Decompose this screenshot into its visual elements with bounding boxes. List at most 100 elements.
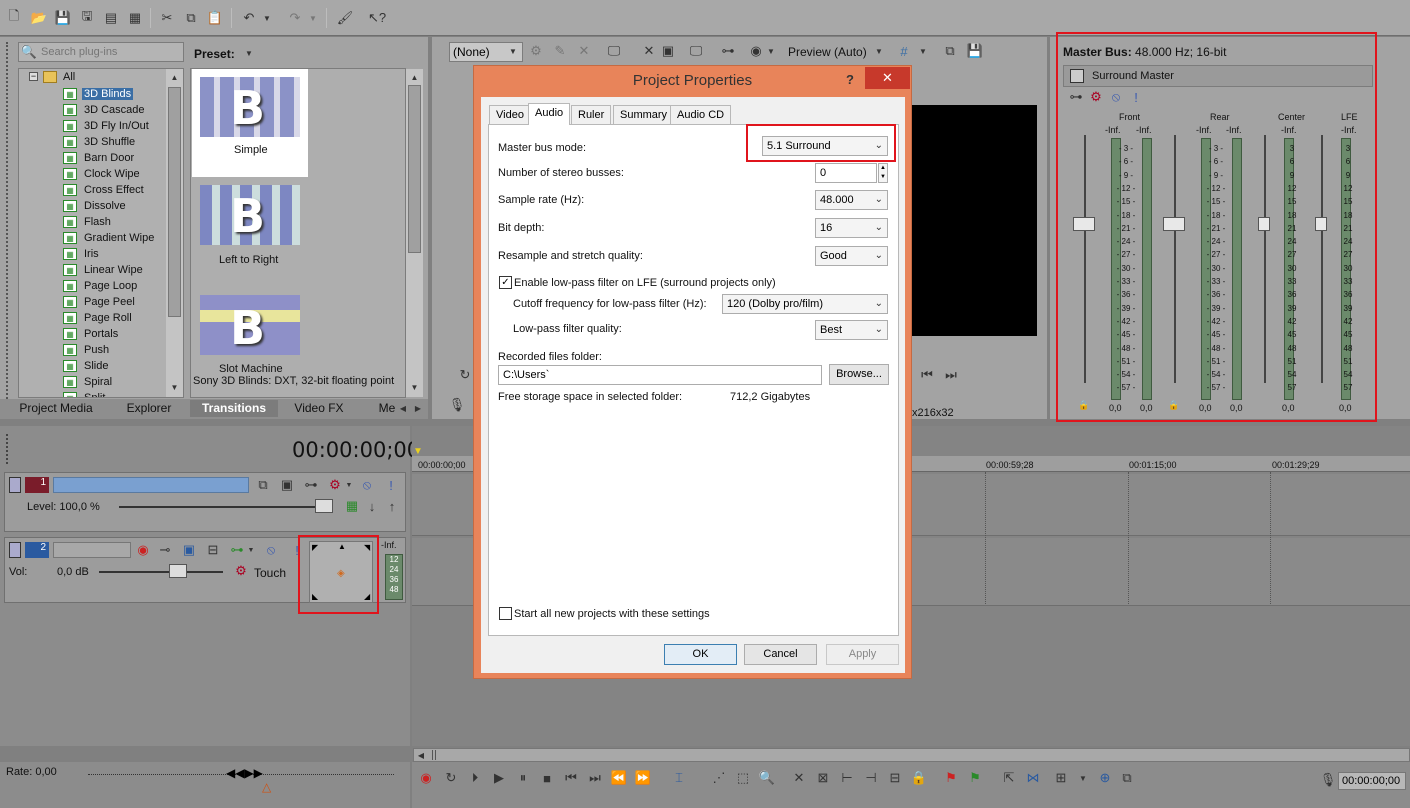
edit-tool-icon[interactable]: ⌶ (670, 769, 688, 787)
save-icon[interactable]: 💾 (54, 9, 72, 27)
bus-icon[interactable]: ⊶ (229, 542, 245, 558)
track-video[interactable]: 1 ⧉ ▣ ⊶ ⚙ ▼ ⦸ ! Level: 100,0 % ▦ ↓ ↑ (4, 472, 406, 532)
mute-icon[interactable]: ⦸ (359, 477, 375, 493)
tab-project-media[interactable]: Project Media (10, 400, 102, 417)
quantize-icon[interactable]: ⋈ (1024, 769, 1042, 787)
tree-item[interactable]: ▦ Gradient Wipe (63, 230, 156, 246)
cancel-button[interactable]: Cancel (744, 644, 817, 665)
render-icon[interactable]: ▤ (102, 9, 120, 27)
next-frame-icon[interactable]: ⏩ (634, 769, 652, 787)
tab-scroll-right-icon[interactable]: ▶ (412, 402, 424, 415)
record-icon[interactable]: ◉ (417, 769, 435, 787)
whats-this-icon[interactable]: ↖? (368, 9, 386, 27)
track-menu-icon[interactable] (9, 477, 21, 493)
autoripple-icon[interactable]: ⊞ (1052, 769, 1070, 787)
split-icon[interactable]: ✕ (641, 43, 657, 59)
help-button[interactable]: ? (840, 70, 860, 90)
open-icon[interactable]: 📂 (30, 9, 48, 27)
redo-dropdown-icon[interactable]: ▼ (308, 9, 318, 27)
marker-icon[interactable]: ⚑ (942, 769, 960, 787)
scroll-left-icon[interactable]: ◀ (416, 749, 426, 761)
ripple-icon[interactable]: ⊕ (1096, 769, 1114, 787)
scroll-down-icon[interactable]: ▼ (169, 381, 180, 393)
copy-snapshot-icon[interactable]: ⧉ (942, 43, 958, 59)
tab-scroll-left-icon[interactable]: ◀ (397, 402, 409, 415)
lock-envelopes-icon[interactable]: ⧉ (1118, 769, 1136, 787)
chevron-down-icon[interactable]: ▼ (874, 46, 884, 56)
undo-icon[interactable]: ↶ (240, 9, 258, 27)
tab-video-fx[interactable]: Video FX (282, 400, 356, 417)
record-arm-icon[interactable]: ◉ (135, 542, 151, 558)
loop-icon[interactable]: ↻ (442, 769, 460, 787)
properties-icon[interactable]: ▦ (126, 9, 144, 27)
scroll-up-icon[interactable]: ▲ (409, 71, 420, 83)
timeline-hscroll[interactable]: ◀ (413, 748, 1410, 762)
tree-item[interactable]: ▦ Push (63, 342, 111, 358)
tree-item[interactable]: ▦ Spiral (63, 374, 114, 390)
tab-summary[interactable]: Summary (613, 105, 675, 124)
preset-thumbnail[interactable]: B (200, 77, 300, 137)
go-to-end-icon[interactable]: ⏭ (586, 769, 604, 787)
mute-icon[interactable]: ⦸ (263, 542, 279, 558)
tab-transitions[interactable]: Transitions (190, 400, 278, 417)
cutoff-select[interactable]: 120 (Dolby pro/film) ⌄ (722, 294, 888, 314)
input-icon[interactable]: ⊟ (205, 542, 221, 558)
play-icon[interactable]: ▶ (490, 769, 508, 787)
prev-frame-icon[interactable]: ⏪ (610, 769, 628, 787)
tree-item[interactable]: ▦ Page Roll (63, 310, 134, 326)
trim-start-icon[interactable]: ⊢ (838, 769, 856, 787)
preset-thumbnail[interactable]: B (200, 295, 300, 355)
region-icon[interactable]: ⚑ (966, 769, 984, 787)
new-icon[interactable]: 🗋 (5, 8, 23, 27)
up-arrow-icon[interactable]: ↑ (385, 499, 399, 514)
lowpass-enable-label[interactable]: Enable low-pass filter on LFE (surround … (514, 277, 776, 289)
tab-video[interactable]: Video (489, 105, 531, 124)
loop-icon[interactable]: ↻ (458, 367, 472, 383)
resample-select[interactable]: Good ⌄ (815, 246, 888, 266)
cut-icon[interactable]: ✂ (158, 9, 176, 27)
stop-icon[interactable]: ■ (538, 769, 556, 787)
fx-edit-icon[interactable]: ⚙ (528, 43, 544, 59)
solo-icon[interactable]: ! (383, 477, 399, 493)
gear-icon[interactable]: ⚙ (233, 563, 249, 579)
envelope-tool-icon[interactable]: ⋰ (710, 769, 728, 787)
tree-item[interactable]: ▦ 3D Shuffle (63, 134, 137, 150)
undo-dropdown-icon[interactable]: ▼ (262, 9, 272, 27)
zoom-tool-icon[interactable]: 🔍 (758, 769, 776, 787)
tab-audio[interactable]: Audio (528, 103, 571, 125)
chevron-down-icon[interactable]: ▼ (1074, 769, 1092, 787)
tree-item[interactable]: ▦ Portals (63, 326, 120, 342)
lowpass-enable-checkbox[interactable]: ✓ (499, 276, 512, 289)
tab-explorer[interactable]: Explorer (110, 400, 188, 417)
preview-props-icon[interactable]: ▣ (660, 43, 676, 59)
chevron-down-icon[interactable]: ▼ (766, 46, 776, 56)
mic-icon[interactable]: 🎙 (449, 397, 466, 413)
save-snapshot-icon[interactable]: 💾 (967, 43, 983, 59)
sample-rate-select[interactable]: 48.000 ⌄ (815, 190, 888, 210)
track-name-field[interactable] (53, 542, 131, 558)
search-box[interactable]: 🔍 (18, 42, 184, 62)
scroll-down-icon[interactable]: ▼ (409, 381, 420, 393)
touch-label[interactable]: Touch (254, 566, 286, 580)
tab-ruler[interactable]: Ruler (571, 105, 612, 124)
browse-button[interactable]: Browse... (829, 364, 889, 385)
tree-item[interactable]: ▦ Barn Door (63, 150, 136, 166)
tab-audio-cd[interactable]: Audio CD (670, 105, 732, 124)
tree-item[interactable]: ▦ Dissolve (63, 198, 128, 214)
split-icon[interactable]: ⊟ (886, 769, 904, 787)
expand-icon[interactable]: ▦ (345, 498, 359, 513)
track-fx-icon[interactable]: ▣ (181, 542, 197, 558)
apply-button[interactable]: Apply (826, 644, 899, 665)
trim-icon[interactable]: ⊠ (814, 769, 832, 787)
tree-item[interactable]: ▦ Cross Effect (63, 182, 146, 198)
start-new-label[interactable]: Start all new projects with these settin… (514, 608, 710, 620)
vol-slider-track[interactable] (99, 571, 223, 573)
go-to-start-icon[interactable]: ⏮ (562, 769, 580, 787)
tree-item[interactable]: ▦ 3D Blinds (63, 86, 134, 102)
lock-icon[interactable]: 🔒 (910, 769, 928, 787)
tree-item[interactable]: ▦ Split (63, 390, 107, 397)
overlay-icon[interactable]: ◉ (748, 43, 764, 59)
tree-item[interactable]: ▦ 3D Cascade (63, 102, 147, 118)
redo-icon[interactable]: ↷ (286, 9, 304, 27)
search-input[interactable] (41, 44, 181, 60)
